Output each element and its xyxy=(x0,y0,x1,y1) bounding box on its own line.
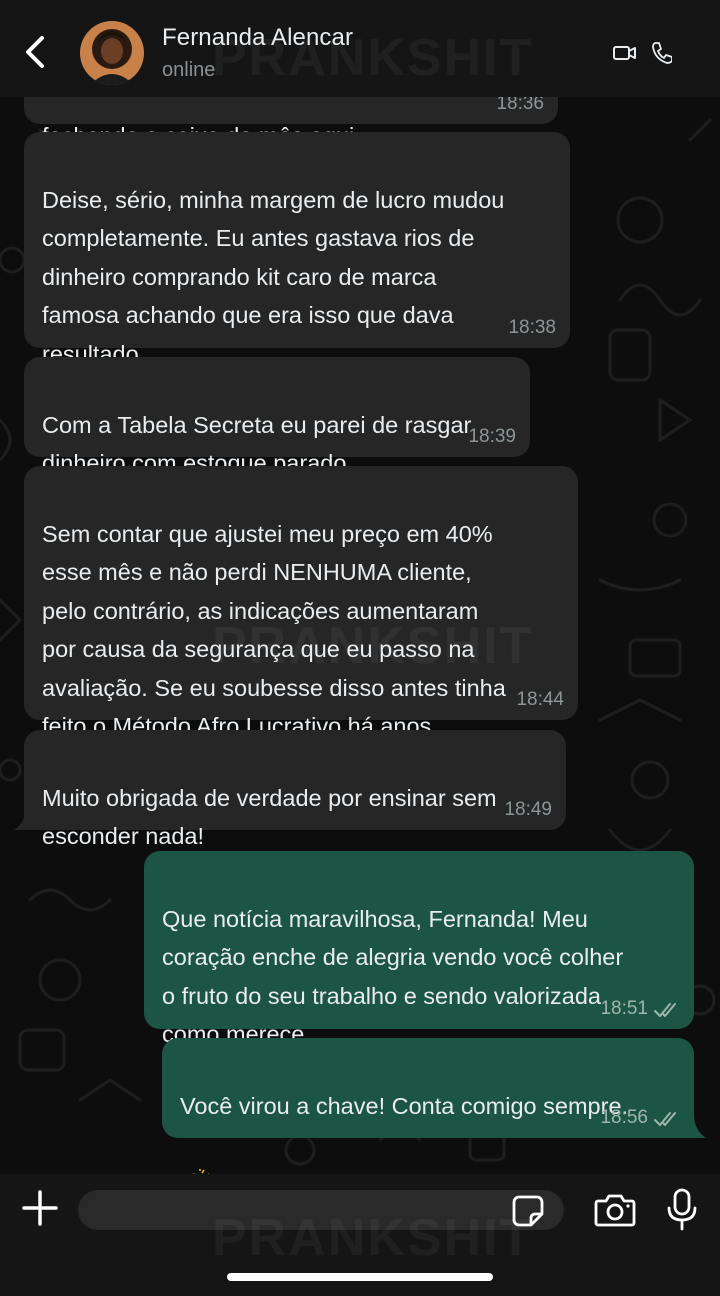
message-time: 18:44 xyxy=(516,689,564,710)
message-text: Sem contar que ajustei meu preço em 40% … xyxy=(42,520,506,740)
contact-status: online xyxy=(162,59,216,81)
contact-name[interactable]: Fernanda Alencar xyxy=(162,24,353,52)
phone-call-icon[interactable] xyxy=(650,40,672,64)
message-time: 18:56 xyxy=(600,1107,648,1128)
message-text: Deise, sério, minha margem de lucro mudo… xyxy=(42,186,505,367)
message-composer xyxy=(0,1174,720,1296)
message-bubble-incoming[interactable]: Muito obrigada de verdade por ensinar se… xyxy=(24,730,566,849)
message-time: 18:39 xyxy=(468,426,516,447)
chat-screen: Fernanda Alencar online PRANKSHIT PRANKS… xyxy=(0,0,720,1296)
message-bubble-outgoing[interactable]: Você virou a chave! Conta comigo sempre.… xyxy=(162,1038,694,1237)
message-text: Você virou a chave! Conta comigo sempre. xyxy=(180,1092,629,1119)
attach-plus-icon[interactable] xyxy=(22,1190,58,1226)
message-bubble-incoming[interactable]: Sem contar que ajustei meu preço em 40% … xyxy=(24,466,578,739)
home-indicator[interactable] xyxy=(227,1273,493,1281)
message-time: 18:49 xyxy=(504,799,552,820)
sticker-icon[interactable] xyxy=(511,1194,545,1228)
read-receipt-icon xyxy=(654,1112,676,1126)
chat-header: Fernanda Alencar online xyxy=(0,0,720,97)
message-bubble-incoming[interactable]: Com a Tabela Secreta eu parei de rasgar … xyxy=(24,357,530,476)
microphone-icon[interactable] xyxy=(666,1188,698,1232)
message-time: 18:38 xyxy=(508,317,556,338)
message-time: 18:36 xyxy=(496,93,544,114)
back-arrow-icon[interactable] xyxy=(20,32,52,72)
message-time: 18:51 xyxy=(600,998,648,1019)
camera-icon[interactable] xyxy=(594,1192,636,1228)
video-call-icon[interactable] xyxy=(612,42,638,64)
message-input[interactable] xyxy=(78,1190,564,1230)
message-text: Que notícia maravilhosa, Fernanda! Meu c… xyxy=(162,905,624,1048)
message-bubble-outgoing[interactable]: Que notícia maravilhosa, Fernanda! Meu c… xyxy=(144,851,694,1047)
message-bubble-incoming[interactable]: Deise, sério, minha margem de lucro mudo… xyxy=(24,132,570,367)
contact-avatar[interactable] xyxy=(80,21,144,85)
read-receipt-icon xyxy=(654,1003,676,1017)
